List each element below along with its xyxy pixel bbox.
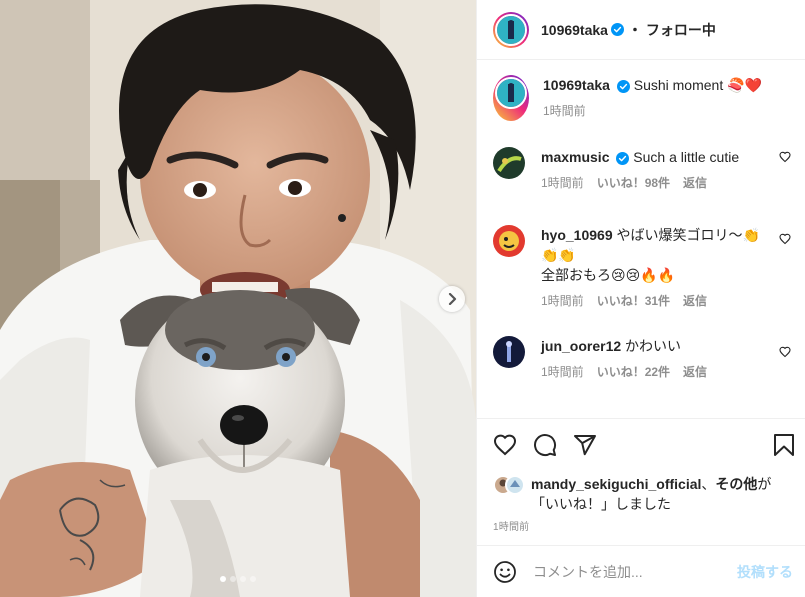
post-comment-button[interactable]: 投稿する — [737, 562, 793, 582]
next-slide-button[interactable] — [439, 286, 465, 312]
bookmark-icon[interactable] — [773, 433, 795, 457]
comment-like-heart-icon[interactable] — [779, 346, 791, 358]
comment-time[interactable]: 1時間前 — [541, 362, 584, 382]
verified-badge-icon — [610, 23, 624, 36]
carousel-dot — [230, 576, 236, 582]
comment-text-line3: 全部おもろ😢😢🔥🔥 — [541, 267, 676, 283]
caption-text: Sushi moment 🍣❤️ — [633, 77, 762, 93]
comment-like-count[interactable]: いいね！31件 — [597, 291, 670, 311]
comment-username[interactable]: maxmusic — [541, 149, 609, 165]
commenter-avatar[interactable] — [493, 336, 525, 368]
comment-text: やばい爆笑ゴロリ〜👏 — [616, 227, 760, 243]
comment-input[interactable] — [533, 563, 737, 580]
comment-username[interactable]: hyo_10969 — [541, 227, 613, 243]
caption-meta: 1時間前 — [543, 101, 791, 121]
comment-meta: 1時間前 いいね！22件 返信 — [541, 362, 791, 382]
post-photo[interactable] — [0, 0, 476, 597]
add-comment-form: 投稿する — [477, 545, 805, 597]
liked-by-connector: 、 — [701, 476, 716, 492]
comment-like-heart-icon[interactable] — [779, 233, 791, 245]
carousel-dot — [240, 576, 246, 582]
post-header: 10969taka ・ フォロー中 — [477, 0, 805, 60]
carousel-dot — [250, 576, 256, 582]
comment-time[interactable]: 1時間前 — [541, 291, 584, 311]
smiley-icon[interactable] — [493, 560, 517, 584]
post-timestamp[interactable]: 1時間前 — [493, 518, 529, 533]
instagram-post-modal: 10969taka ・ フォロー中 10969taka Sushi moment… — [0, 0, 805, 597]
liked-by-suffix: が — [757, 476, 772, 492]
author-avatar[interactable] — [493, 75, 529, 121]
commenter-avatar[interactable] — [493, 147, 525, 179]
action-icons — [493, 433, 795, 459]
follow-status-button[interactable]: ・ フォロー中 — [628, 20, 716, 40]
reply-button[interactable]: 返信 — [683, 362, 707, 382]
author-username[interactable]: 10969taka — [541, 22, 608, 38]
caption: 10969taka Sushi moment 🍣❤️ 1時間前 — [493, 75, 791, 121]
liked-by-line2: 「いいね！」しました — [531, 496, 671, 512]
verified-badge-icon — [616, 79, 630, 93]
commenter-avatar[interactable] — [493, 225, 525, 257]
comment-item: hyo_10969 やばい爆笑ゴロリ〜👏 👏👏 全部おもろ😢😢🔥🔥 1時間前 い… — [493, 225, 791, 311]
post-sidebar: 10969taka ・ フォロー中 10969taka Sushi moment… — [476, 0, 805, 597]
author-avatar[interactable] — [493, 11, 529, 48]
caption-username[interactable]: 10969taka — [543, 77, 610, 93]
liked-by-others-link[interactable]: その他 — [715, 476, 757, 492]
comment-text: Such a little cutie — [633, 149, 740, 165]
liked-by-avatars — [493, 474, 527, 496]
comment-meta: 1時間前 いいね！31件 返信 — [541, 291, 791, 311]
comment-bubble-icon[interactable] — [533, 433, 557, 457]
comment-text: かわいい — [625, 338, 682, 354]
reply-button[interactable]: 返信 — [683, 291, 707, 311]
chevron-right-icon — [448, 293, 457, 305]
reply-button[interactable]: 返信 — [683, 173, 707, 193]
paper-plane-icon[interactable] — [573, 433, 597, 457]
carousel-dot-active — [220, 576, 226, 582]
carousel-indicator — [0, 576, 476, 582]
caption-time[interactable]: 1時間前 — [543, 101, 586, 121]
post-actions: mandy_sekiguchi_official、その他が 「いいね！」しました… — [477, 418, 805, 538]
photo-man-with-puppy — [0, 0, 476, 597]
comment-time[interactable]: 1時間前 — [541, 173, 584, 193]
comment-like-count[interactable]: いいね！22件 — [597, 362, 670, 382]
comment-item: maxmusic Such a little cutie 1時間前 いいね！98… — [493, 147, 791, 193]
verified-badge-icon — [616, 151, 630, 165]
comment-like-heart-icon[interactable] — [779, 151, 791, 163]
liked-by-username[interactable]: mandy_sekiguchi_official — [531, 476, 701, 492]
comment-like-count[interactable]: いいね！98件 — [597, 173, 670, 193]
comment-username[interactable]: jun_oorer12 — [541, 338, 621, 354]
heart-icon[interactable] — [493, 433, 517, 457]
liked-by-summary: mandy_sekiguchi_official、その他が 「いいね！」しました — [493, 474, 795, 514]
comment-item: jun_oorer12 かわいい 1時間前 いいね！22件 返信 — [493, 336, 791, 382]
comment-text-line2: 👏👏 — [541, 247, 576, 263]
comments-list[interactable]: 10969taka Sushi moment 🍣❤️ 1時間前 maxmusic… — [477, 61, 805, 417]
comment-meta: 1時間前 いいね！98件 返信 — [541, 173, 791, 193]
